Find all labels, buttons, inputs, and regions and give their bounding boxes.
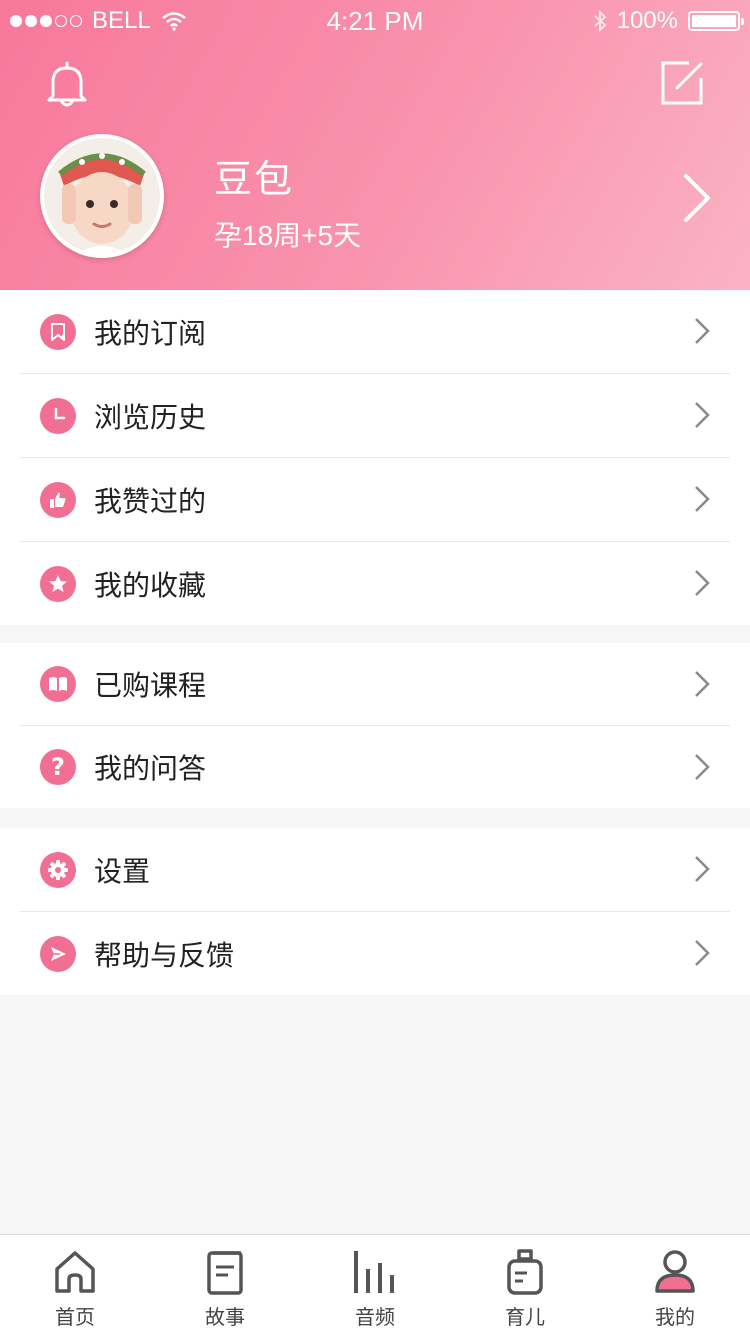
tab-profile[interactable]: 我的 (600, 1235, 750, 1335)
chevron-right-icon (695, 671, 710, 697)
menu-item-favorites[interactable]: 我的收藏 (20, 542, 730, 625)
chevron-right-icon (695, 402, 710, 428)
avatar-image (44, 138, 160, 258)
tab-label: 故事 (205, 1307, 245, 1329)
tab-label: 我的 (655, 1307, 695, 1329)
menu-item-label: 已购课程 (94, 670, 207, 701)
tab-story[interactable]: 故事 (150, 1235, 300, 1335)
profile-header: BELL 4:21 PM 100% 豆包 孕18周+5天 (0, 0, 750, 290)
bell-icon[interactable] (44, 60, 90, 108)
menu-item-label: 我的问答 (94, 753, 207, 784)
edit-icon[interactable] (659, 60, 705, 106)
status-right: 100% (593, 7, 744, 35)
bottle-icon (507, 1249, 543, 1295)
tab-parenting[interactable]: 育儿 (450, 1235, 600, 1335)
menu-item-label: 我的订阅 (94, 317, 207, 349)
menu-group-content: 我的订阅 浏览历史 我赞过的 我的收藏 (0, 290, 750, 625)
story-icon (207, 1251, 243, 1295)
tab-home[interactable]: 首页 (0, 1235, 150, 1335)
menu-group-learning: 已购课程 ? 我的问答 (0, 643, 750, 808)
menu-item-liked[interactable]: 我赞过的 (20, 458, 730, 542)
menu-item-subscriptions[interactable]: 我的订阅 (20, 290, 730, 374)
menu-item-settings[interactable]: 设置 (20, 828, 730, 912)
profile-icon (655, 1250, 695, 1293)
chevron-right-icon (695, 754, 710, 780)
question-icon: ? (40, 749, 76, 785)
menu-item-label: 浏览历史 (94, 401, 207, 433)
chevron-right-icon (695, 570, 710, 596)
menu-item-purchased-courses[interactable]: 已购课程 (20, 643, 730, 726)
audio-icon (354, 1251, 394, 1293)
tab-label: 育儿 (505, 1307, 545, 1329)
profile-name: 豆包 (214, 159, 295, 201)
tab-label: 音频 (355, 1307, 395, 1329)
battery-percent: 100% (616, 7, 678, 34)
chevron-right-icon (695, 318, 710, 344)
chevron-right-icon (695, 856, 710, 882)
menu-item-label: 设置 (94, 855, 151, 887)
menu-item-history[interactable]: 浏览历史 (20, 374, 730, 458)
chevron-right-icon (695, 486, 710, 512)
home-icon (55, 1251, 95, 1293)
thumbs-up-icon (40, 481, 76, 518)
tab-bar: 首页 故事 音频 育儿 我的 (0, 1234, 750, 1335)
profile-chevron-icon[interactable] (682, 172, 714, 224)
menu-item-label: 我赞过的 (94, 485, 207, 517)
menu-item-my-qa[interactable]: ? 我的问答 (20, 726, 730, 808)
tab-label: 首页 (55, 1307, 95, 1329)
menu-item-label: 我的收藏 (94, 569, 207, 601)
menu-group-system: 设置 帮助与反馈 (0, 828, 750, 995)
avatar[interactable] (40, 134, 164, 258)
clock-icon (40, 397, 76, 434)
book-icon (40, 666, 76, 702)
bookmark-icon (40, 313, 76, 350)
send-icon (40, 935, 76, 972)
tab-audio[interactable]: 音频 (300, 1235, 450, 1335)
menu-item-label: 帮助与反馈 (94, 939, 235, 971)
status-bar: BELL 4:21 PM 100% (0, 0, 750, 40)
gear-icon (40, 851, 76, 888)
chevron-right-icon (695, 940, 710, 966)
battery-icon (688, 11, 744, 31)
pregnancy-status: 孕18周+5天 (214, 220, 362, 251)
menu-item-help-feedback[interactable]: 帮助与反馈 (20, 912, 730, 995)
bluetooth-icon (594, 10, 606, 32)
star-icon (40, 565, 76, 602)
